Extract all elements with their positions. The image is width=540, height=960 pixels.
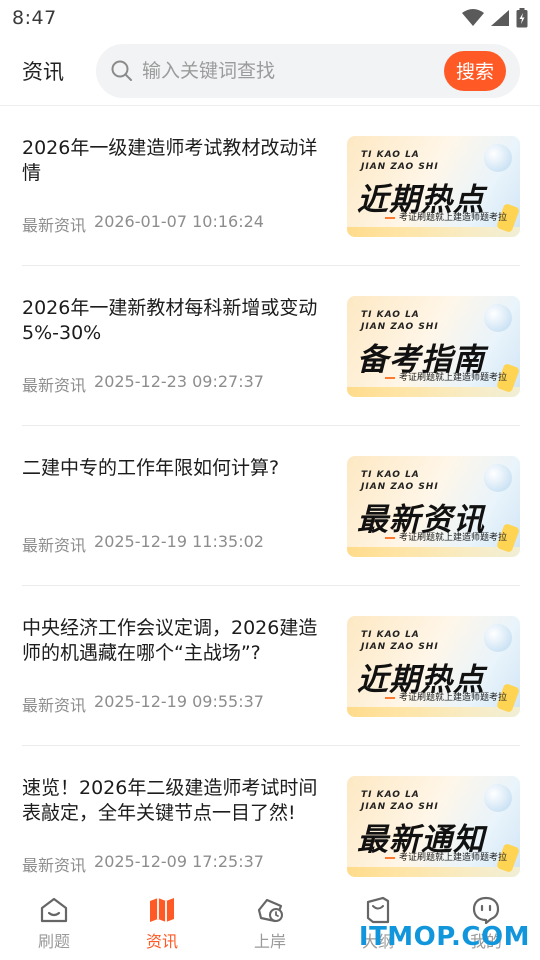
decor-bar xyxy=(347,227,520,237)
news-item[interactable]: 2026年一建新教材每科新增或变动5%-30% 最新资讯 2025-12-23 … xyxy=(22,266,520,426)
tab-label: 资讯 xyxy=(145,932,178,951)
status-icons xyxy=(462,8,528,28)
news-date: 2025-12-09 17:25:37 xyxy=(94,852,264,871)
decor-sphere xyxy=(484,144,512,172)
site-watermark: ITMOP.COM xyxy=(358,922,530,952)
chat-face-icon xyxy=(472,896,500,924)
news-category: 最新资讯 xyxy=(22,856,87,875)
news-title[interactable]: 2026年一级建造师考试教材改动详情 xyxy=(22,136,334,186)
decor-sphere xyxy=(484,624,512,652)
thumb-slogan: 考证刷题就上建造师题考拉 xyxy=(385,850,507,863)
news-text: 二建中专的工作年限如何计算? 最新资讯 2025-12-19 11:35:02 xyxy=(22,456,334,556)
tab-ashore[interactable]: 上岸 xyxy=(230,896,310,952)
signal-icon xyxy=(491,10,509,26)
map-icon xyxy=(150,898,174,922)
news-category: 最新资讯 xyxy=(22,696,87,715)
news-item[interactable]: 二建中专的工作年限如何计算? 最新资讯 2025-12-19 11:35:02 … xyxy=(22,426,520,586)
news-date: 2025-12-19 11:35:02 xyxy=(94,532,264,551)
news-meta: 最新资讯 2025-12-19 09:55:37 xyxy=(22,692,334,716)
news-meta: 最新资讯 2025-12-19 11:35:02 xyxy=(22,532,334,556)
news-date: 2026-01-07 10:16:24 xyxy=(94,212,264,231)
thumb-slogan: 考证刷题就上建造师题考拉 xyxy=(385,690,507,703)
tab-practice[interactable]: 刷题 xyxy=(14,896,94,952)
page-title: 资讯 xyxy=(22,59,64,84)
decor-bar xyxy=(347,867,520,877)
thumb-brand: TI KAO LA JIAN ZAO SHI xyxy=(361,310,439,332)
news-item[interactable]: 中央经济工作会议定调，2026建造师的机遇藏在哪个“主战场”? 最新资讯 202… xyxy=(22,586,520,746)
thumb-brand: TI KAO LA JIAN ZAO SHI xyxy=(361,790,439,812)
search-input[interactable] xyxy=(142,59,444,82)
news-title[interactable]: 2026年一建新教材每科新增或变动5%-30% xyxy=(22,296,334,346)
header: 资讯 搜索 xyxy=(0,36,540,106)
tab-label: 刷题 xyxy=(37,932,70,951)
tab-label: 上岸 xyxy=(253,932,286,951)
status-bar: 8:47 xyxy=(0,0,540,36)
tab-news[interactable]: 资讯 xyxy=(122,896,202,952)
thumb-slogan: 考证刷题就上建造师题考拉 xyxy=(385,210,507,223)
thumb-brand: TI KAO LA JIAN ZAO SHI xyxy=(361,150,439,172)
news-text: 2026年一级建造师考试教材改动详情 最新资讯 2026-01-07 10:16… xyxy=(22,136,334,236)
news-date: 2025-12-19 09:55:37 xyxy=(94,692,264,711)
news-category: 最新资讯 xyxy=(22,216,87,235)
news-title[interactable]: 二建中专的工作年限如何计算? xyxy=(22,456,334,481)
news-thumbnail[interactable]: TI KAO LA JIAN ZAO SHI 备考指南 考证刷题就上建造师题考拉 xyxy=(347,296,520,397)
news-category: 最新资讯 xyxy=(22,536,87,555)
wifi-icon xyxy=(462,9,484,26)
decor-bar xyxy=(347,707,520,717)
news-meta: 最新资讯 2025-12-23 09:27:37 xyxy=(22,372,334,396)
news-thumbnail[interactable]: TI KAO LA JIAN ZAO SHI 最新资讯 考证刷题就上建造师题考拉 xyxy=(347,456,520,557)
decor-sphere xyxy=(484,304,512,332)
bag-clock-icon xyxy=(257,898,283,923)
news-item[interactable]: 2026年一级建造师考试教材改动详情 最新资讯 2026-01-07 10:16… xyxy=(22,106,520,266)
thumb-slogan: 考证刷题就上建造师题考拉 xyxy=(385,530,507,543)
thumb-brand: TI KAO LA JIAN ZAO SHI xyxy=(361,630,439,652)
news-text: 中央经济工作会议定调，2026建造师的机遇藏在哪个“主战场”? 最新资讯 202… xyxy=(22,616,334,716)
news-title[interactable]: 中央经济工作会议定调，2026建造师的机遇藏在哪个“主战场”? xyxy=(22,616,334,666)
news-list: 2026年一级建造师考试教材改动详情 最新资讯 2026-01-07 10:16… xyxy=(0,106,540,906)
news-category: 最新资讯 xyxy=(22,376,87,395)
news-text: 速览！2026年二级建造师考试时间表敲定，全年关键节点一目了然! 最新资讯 20… xyxy=(22,776,334,876)
news-meta: 最新资讯 2026-01-07 10:16:24 xyxy=(22,212,334,236)
news-thumbnail[interactable]: TI KAO LA JIAN ZAO SHI 近期热点 考证刷题就上建造师题考拉 xyxy=(347,616,520,717)
news-title[interactable]: 速览！2026年二级建造师考试时间表敲定，全年关键节点一目了然! xyxy=(22,776,334,826)
news-meta: 最新资讯 2025-12-09 17:25:37 xyxy=(22,852,334,876)
news-text: 2026年一建新教材每科新增或变动5%-30% 最新资讯 2025-12-23 … xyxy=(22,296,334,396)
battery-icon xyxy=(516,8,528,28)
search-button[interactable]: 搜索 xyxy=(443,50,506,91)
thumb-slogan: 考证刷题就上建造师题考拉 xyxy=(385,370,507,383)
news-thumbnail[interactable]: TI KAO LA JIAN ZAO SHI 最新通知 考证刷题就上建造师题考拉 xyxy=(347,776,520,877)
decor-bar xyxy=(347,387,520,397)
search-box[interactable]: 搜索 xyxy=(96,43,520,98)
decor-bar xyxy=(347,547,520,557)
search-icon xyxy=(110,59,134,83)
status-time: 8:47 xyxy=(12,7,57,29)
thumb-brand: TI KAO LA JIAN ZAO SHI xyxy=(361,470,439,492)
home-icon xyxy=(40,897,68,923)
news-thumbnail[interactable]: TI KAO LA JIAN ZAO SHI 近期热点 考证刷题就上建造师题考拉 xyxy=(347,136,520,237)
book-icon xyxy=(366,896,390,924)
news-date: 2025-12-23 09:27:37 xyxy=(94,372,264,391)
decor-sphere xyxy=(484,464,512,492)
decor-sphere xyxy=(484,784,512,812)
